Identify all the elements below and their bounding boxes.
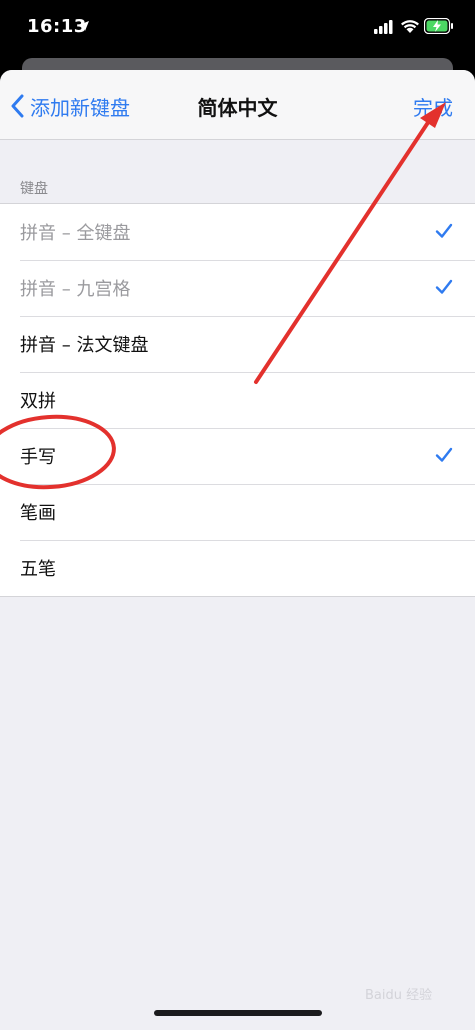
status-bar: 16:13 — [0, 0, 475, 58]
keyboard-row-label: 拼音 – 全键盘 — [20, 223, 131, 244]
keyboard-list: 拼音 – 全键盘 拼音 – 九宫格 拼音 – 法文键盘 双拼 手写 笔画 五笔 — [0, 203, 475, 597]
keyboard-row-label: 五笔 — [20, 559, 56, 580]
section-header: 键盘 — [20, 181, 48, 197]
keyboard-row-pinyin-full[interactable]: 拼音 – 全键盘 — [0, 204, 475, 260]
location-arrow-icon — [79, 21, 89, 31]
cellular-signal-icon — [374, 20, 393, 34]
checkmark-icon — [435, 447, 453, 462]
home-indicator[interactable] — [154, 1010, 322, 1016]
watermark: Baidu 经验 — [365, 988, 433, 1003]
keyboard-row-pinyin-9key[interactable]: 拼音 – 九宫格 — [0, 260, 475, 316]
wifi-icon — [401, 20, 419, 33]
keyboard-row-label: 手写 — [20, 447, 56, 468]
keyboard-row-label: 双拼 — [20, 391, 56, 412]
keyboard-settings-sheet: 添加新键盘 简体中文 完成 键盘 拼音 – 全键盘 拼音 – 九宫格 拼音 – … — [0, 70, 475, 1030]
keyboard-row-stroke[interactable]: 笔画 — [0, 484, 475, 540]
keyboard-row-handwriting[interactable]: 手写 — [0, 428, 475, 484]
keyboard-row-wubi[interactable]: 五笔 — [0, 540, 475, 596]
battery-charging-icon — [424, 18, 453, 34]
page-title: 简体中文 — [197, 96, 278, 120]
keyboard-row-shuangpin[interactable]: 双拼 — [0, 372, 475, 428]
checkmark-icon — [435, 279, 453, 294]
done-button[interactable]: 完成 — [413, 92, 453, 121]
keyboard-row-label: 拼音 – 九宫格 — [20, 279, 131, 300]
checkmark-icon — [435, 223, 453, 238]
keyboard-row-label: 拼音 – 法文键盘 — [20, 335, 149, 356]
keyboard-row-label: 笔画 — [20, 503, 56, 524]
keyboard-row-pinyin-french[interactable]: 拼音 – 法文键盘 — [0, 316, 475, 372]
navigation-bar: 添加新键盘 简体中文 完成 — [0, 70, 475, 140]
